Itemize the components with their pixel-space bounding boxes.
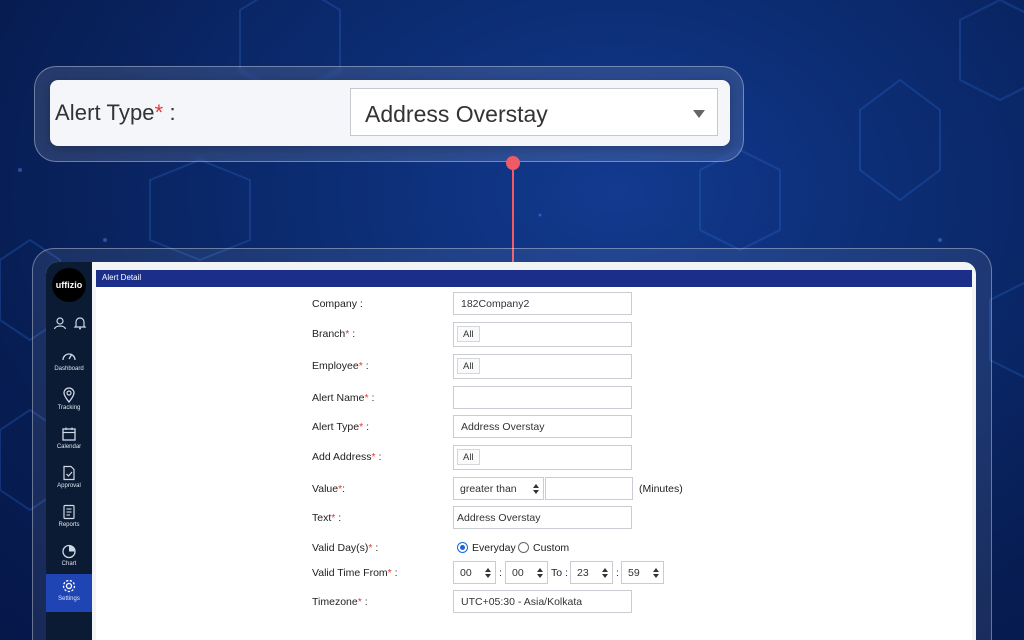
value-label: Value*: xyxy=(312,483,346,495)
alert-detail-form: Company : 182Company2 Branch* : All Empl… xyxy=(96,287,972,640)
value-row: Value*: greater than (Minutes) xyxy=(96,477,972,503)
to-label: To : xyxy=(551,567,568,579)
calendar-icon xyxy=(62,427,76,441)
bell-icon[interactable] xyxy=(73,316,87,330)
time-separator: : xyxy=(499,567,502,579)
employee-row: Employee* : All xyxy=(96,354,972,380)
spinner-icon xyxy=(533,484,539,494)
dropdown-caret-icon xyxy=(693,110,705,118)
gauge-icon xyxy=(62,353,76,361)
sidebar-item-label: Chart xyxy=(61,561,77,567)
add-address-label: Add Address* : xyxy=(312,451,382,463)
valid-time-label: Valid Time From* : xyxy=(312,567,398,579)
timezone-label: Timezone* : xyxy=(312,596,368,608)
callout-alert-type-label: Alert Type* : xyxy=(55,100,176,125)
branch-chip[interactable]: All xyxy=(457,326,480,342)
company-row: Company : 182Company2 xyxy=(96,292,972,318)
value-amount-input[interactable] xyxy=(545,477,633,500)
sidebar-item-label: Dashboard xyxy=(54,366,84,372)
everyday-radio[interactable] xyxy=(457,542,468,553)
sidebar-item-approval[interactable]: Approval xyxy=(46,461,92,499)
employee-select[interactable]: All xyxy=(453,354,632,379)
alert-type-callout: Alert Type* : Address Overstay xyxy=(50,80,730,146)
company-label: Company : xyxy=(312,298,363,310)
spinner-icon xyxy=(602,568,608,578)
to-hour-select[interactable]: 23 xyxy=(570,561,613,584)
sidebar-item-label: Approval xyxy=(57,483,81,489)
app-window: uffizio Dashboard Tracking Calendar Appr… xyxy=(46,262,976,640)
value-unit-label: (Minutes) xyxy=(639,483,683,495)
text-row: Text* : Address Overstay xyxy=(96,506,972,532)
employee-chip[interactable]: All xyxy=(457,358,480,374)
page-title: Alert Detail xyxy=(96,270,972,287)
add-address-row: Add Address* : All xyxy=(96,445,972,471)
alert-name-input[interactable] xyxy=(453,386,632,409)
time-separator: : xyxy=(616,567,619,579)
branch-select[interactable]: All xyxy=(453,322,632,347)
sidebar-item-label: Tracking xyxy=(57,405,81,411)
report-icon xyxy=(63,504,75,520)
sidebar-item-settings[interactable]: Settings xyxy=(46,574,92,612)
value-operator-select[interactable]: greater than xyxy=(453,477,544,500)
everyday-label: Everyday xyxy=(472,542,516,554)
uffizio-logo: uffizio xyxy=(52,268,86,302)
callout-alert-type-select[interactable]: Address Overstay xyxy=(350,88,718,136)
to-minute-select[interactable]: 59 xyxy=(621,561,664,584)
sidebar-item-dashboard[interactable]: Dashboard xyxy=(46,344,92,382)
sidebar-item-label: Calendar xyxy=(56,444,82,450)
alert-type-label: Alert Type* : xyxy=(312,421,370,433)
spinner-icon xyxy=(537,568,543,578)
alert-name-label: Alert Name* : xyxy=(312,392,375,404)
gear-icon xyxy=(62,579,76,593)
sidebar-item-calendar[interactable]: Calendar xyxy=(46,422,92,460)
valid-time-row: Valid Time From* : 00 : 00 To : 23 : 59 xyxy=(96,561,972,587)
alert-type-select[interactable]: Address Overstay xyxy=(453,415,632,438)
company-field[interactable]: 182Company2 xyxy=(453,292,632,315)
valid-days-label: Valid Day(s)* : xyxy=(312,542,379,554)
spinner-icon xyxy=(485,568,491,578)
sidebar-item-label: Settings xyxy=(58,596,80,602)
location-pin-icon xyxy=(63,387,75,403)
spinner-icon xyxy=(653,568,659,578)
branch-row: Branch* : All xyxy=(96,322,972,348)
pie-chart-icon xyxy=(62,544,76,559)
timezone-row: Timezone* : UTC+05:30 - Asia/Kolkata xyxy=(96,590,972,616)
sidebar-item-chart[interactable]: Chart xyxy=(46,539,92,577)
add-address-select[interactable]: All xyxy=(453,445,632,470)
valid-days-row: Valid Day(s)* : Everyday Custom xyxy=(96,536,972,562)
custom-radio[interactable] xyxy=(518,542,529,553)
sidebar: uffizio Dashboard Tracking Calendar Appr… xyxy=(46,262,92,640)
from-hour-select[interactable]: 00 xyxy=(453,561,496,584)
employee-label: Employee* : xyxy=(312,360,369,372)
branch-label: Branch* : xyxy=(312,328,356,340)
text-input[interactable]: Address Overstay xyxy=(453,506,632,529)
document-check-icon xyxy=(63,465,75,481)
sidebar-item-tracking[interactable]: Tracking xyxy=(46,383,92,421)
user-icon[interactable] xyxy=(53,316,67,330)
custom-label: Custom xyxy=(533,542,570,554)
sidebar-item-reports[interactable]: Reports xyxy=(46,500,92,538)
alert-name-row: Alert Name* : xyxy=(96,386,972,412)
sidebar-item-label: Reports xyxy=(58,522,80,528)
text-label: Text* : xyxy=(312,512,342,524)
alert-type-row: Alert Type* : Address Overstay xyxy=(96,415,972,441)
add-address-chip[interactable]: All xyxy=(457,449,480,465)
from-minute-select[interactable]: 00 xyxy=(505,561,548,584)
sidebar-top-icons xyxy=(50,316,90,332)
timezone-select[interactable]: UTC+05:30 - Asia/Kolkata xyxy=(453,590,632,613)
